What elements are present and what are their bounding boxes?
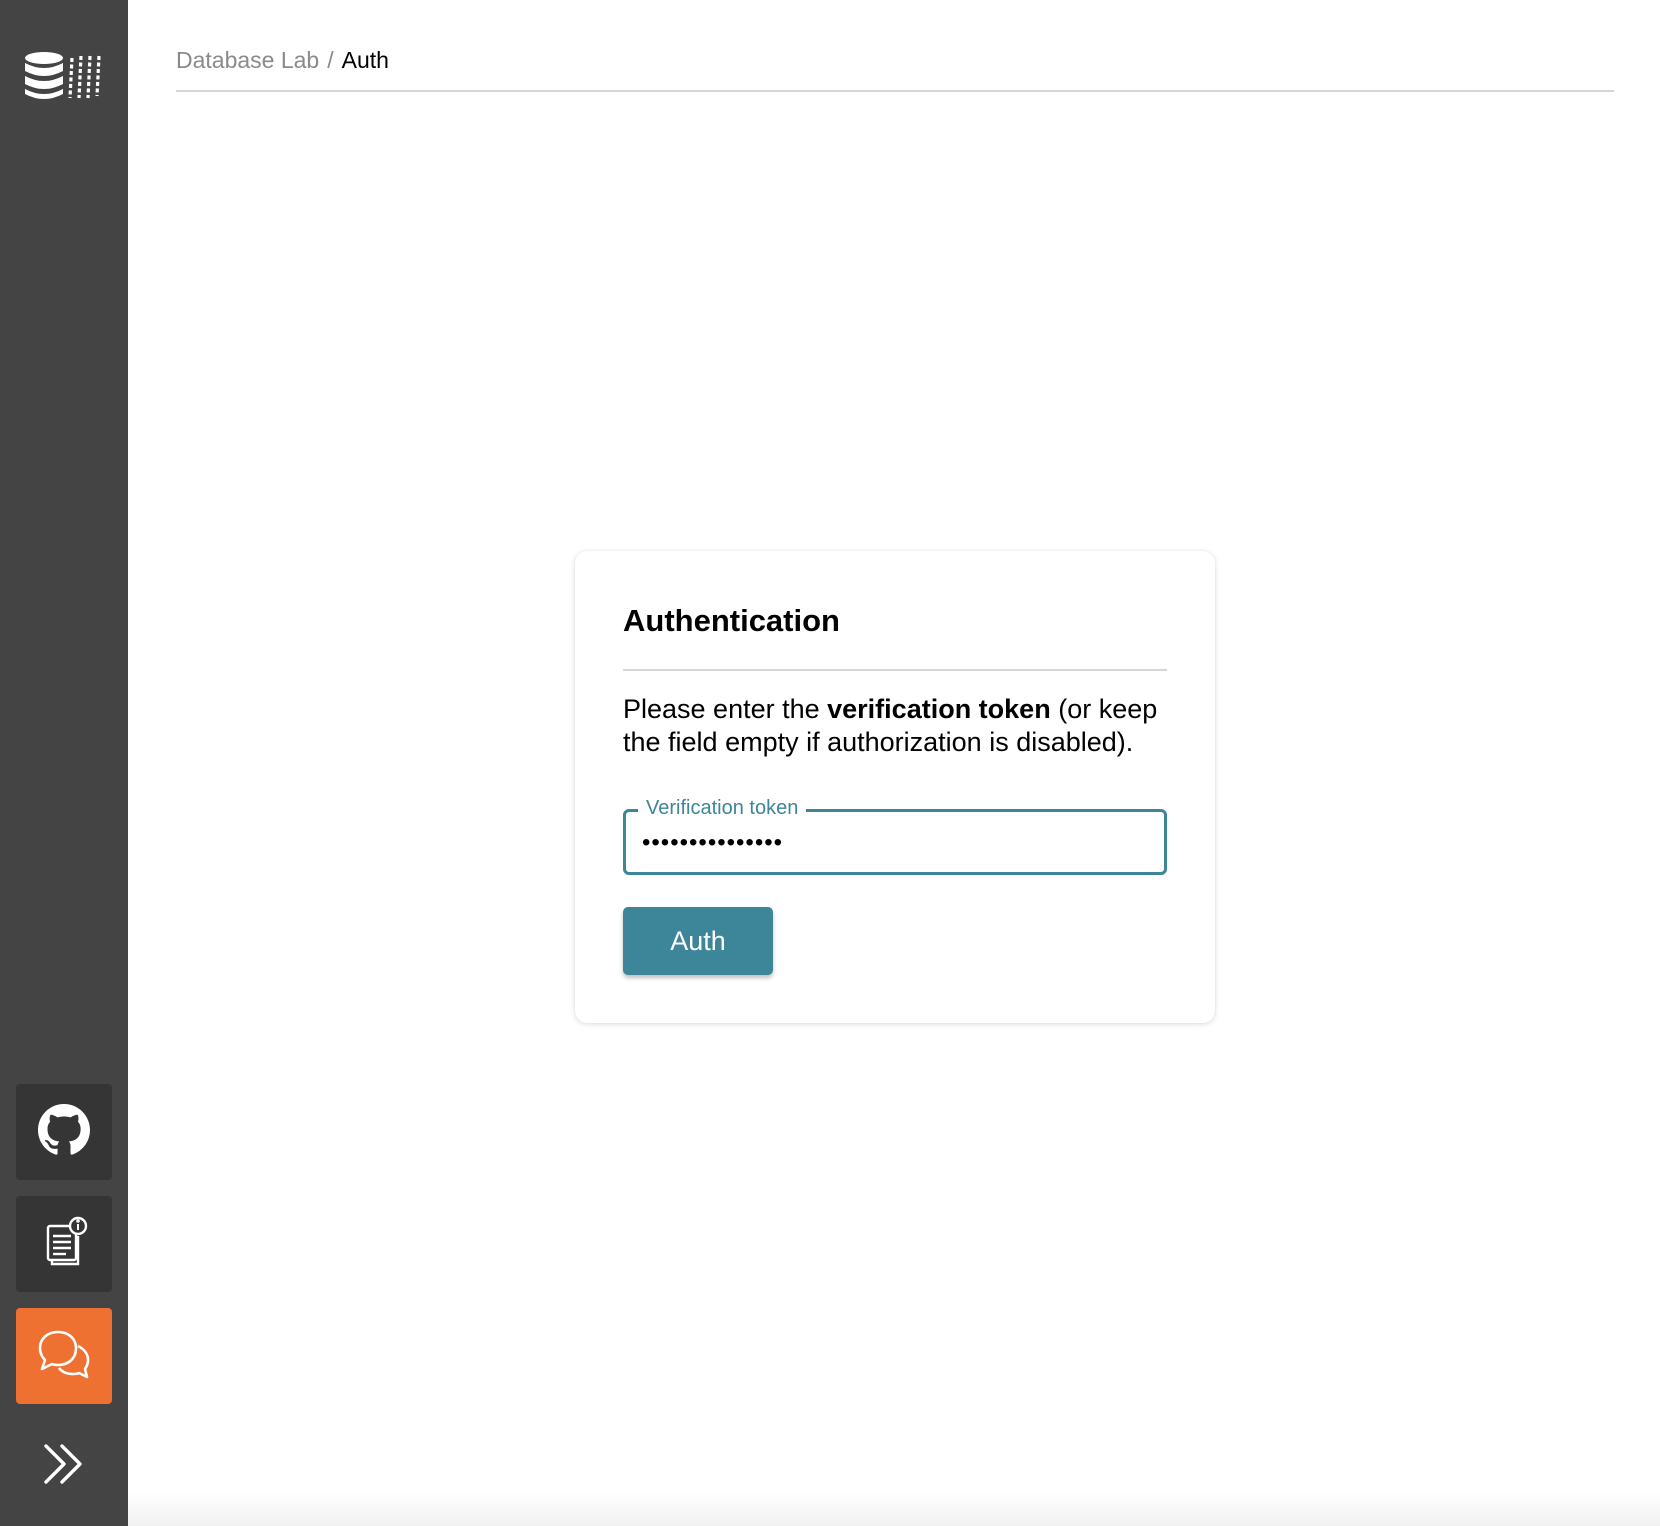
- bottom-fade: [128, 1492, 1660, 1526]
- description-prefix: Please enter the: [623, 694, 828, 724]
- card-divider: [623, 669, 1167, 671]
- breadcrumb: Database Lab / Auth: [176, 42, 1614, 92]
- verification-token-label: Verification token: [638, 795, 807, 821]
- github-icon: [38, 1103, 90, 1161]
- description-bold: verification token: [827, 694, 1051, 724]
- auth-card: Authentication Please enter the verifica…: [575, 551, 1215, 1023]
- database-lab-logo-icon[interactable]: [24, 50, 104, 102]
- breadcrumb-separator: /: [327, 47, 334, 73]
- verification-token-field[interactable]: Verification token: [623, 795, 1167, 875]
- double-chevron-right-icon: [40, 1440, 88, 1493]
- verification-token-input[interactable]: [640, 822, 1154, 864]
- breadcrumb-current: Auth: [341, 47, 389, 73]
- auth-card-title: Authentication: [623, 603, 840, 638]
- breadcrumb-parent-link[interactable]: Database Lab: [176, 47, 319, 73]
- docs-button[interactable]: [16, 1196, 112, 1292]
- sidebar: [0, 0, 128, 1526]
- auth-button[interactable]: Auth: [623, 907, 773, 975]
- chat-button[interactable]: [16, 1308, 112, 1404]
- github-button[interactable]: [16, 1084, 112, 1180]
- expand-sidebar-button[interactable]: [16, 1418, 112, 1514]
- main-content: Database Lab / Auth Authentication Please …: [128, 0, 1660, 1526]
- auth-description: Please enter the verification token (or …: [623, 693, 1171, 759]
- chat-icon: [36, 1326, 92, 1387]
- docs-icon: [38, 1216, 90, 1273]
